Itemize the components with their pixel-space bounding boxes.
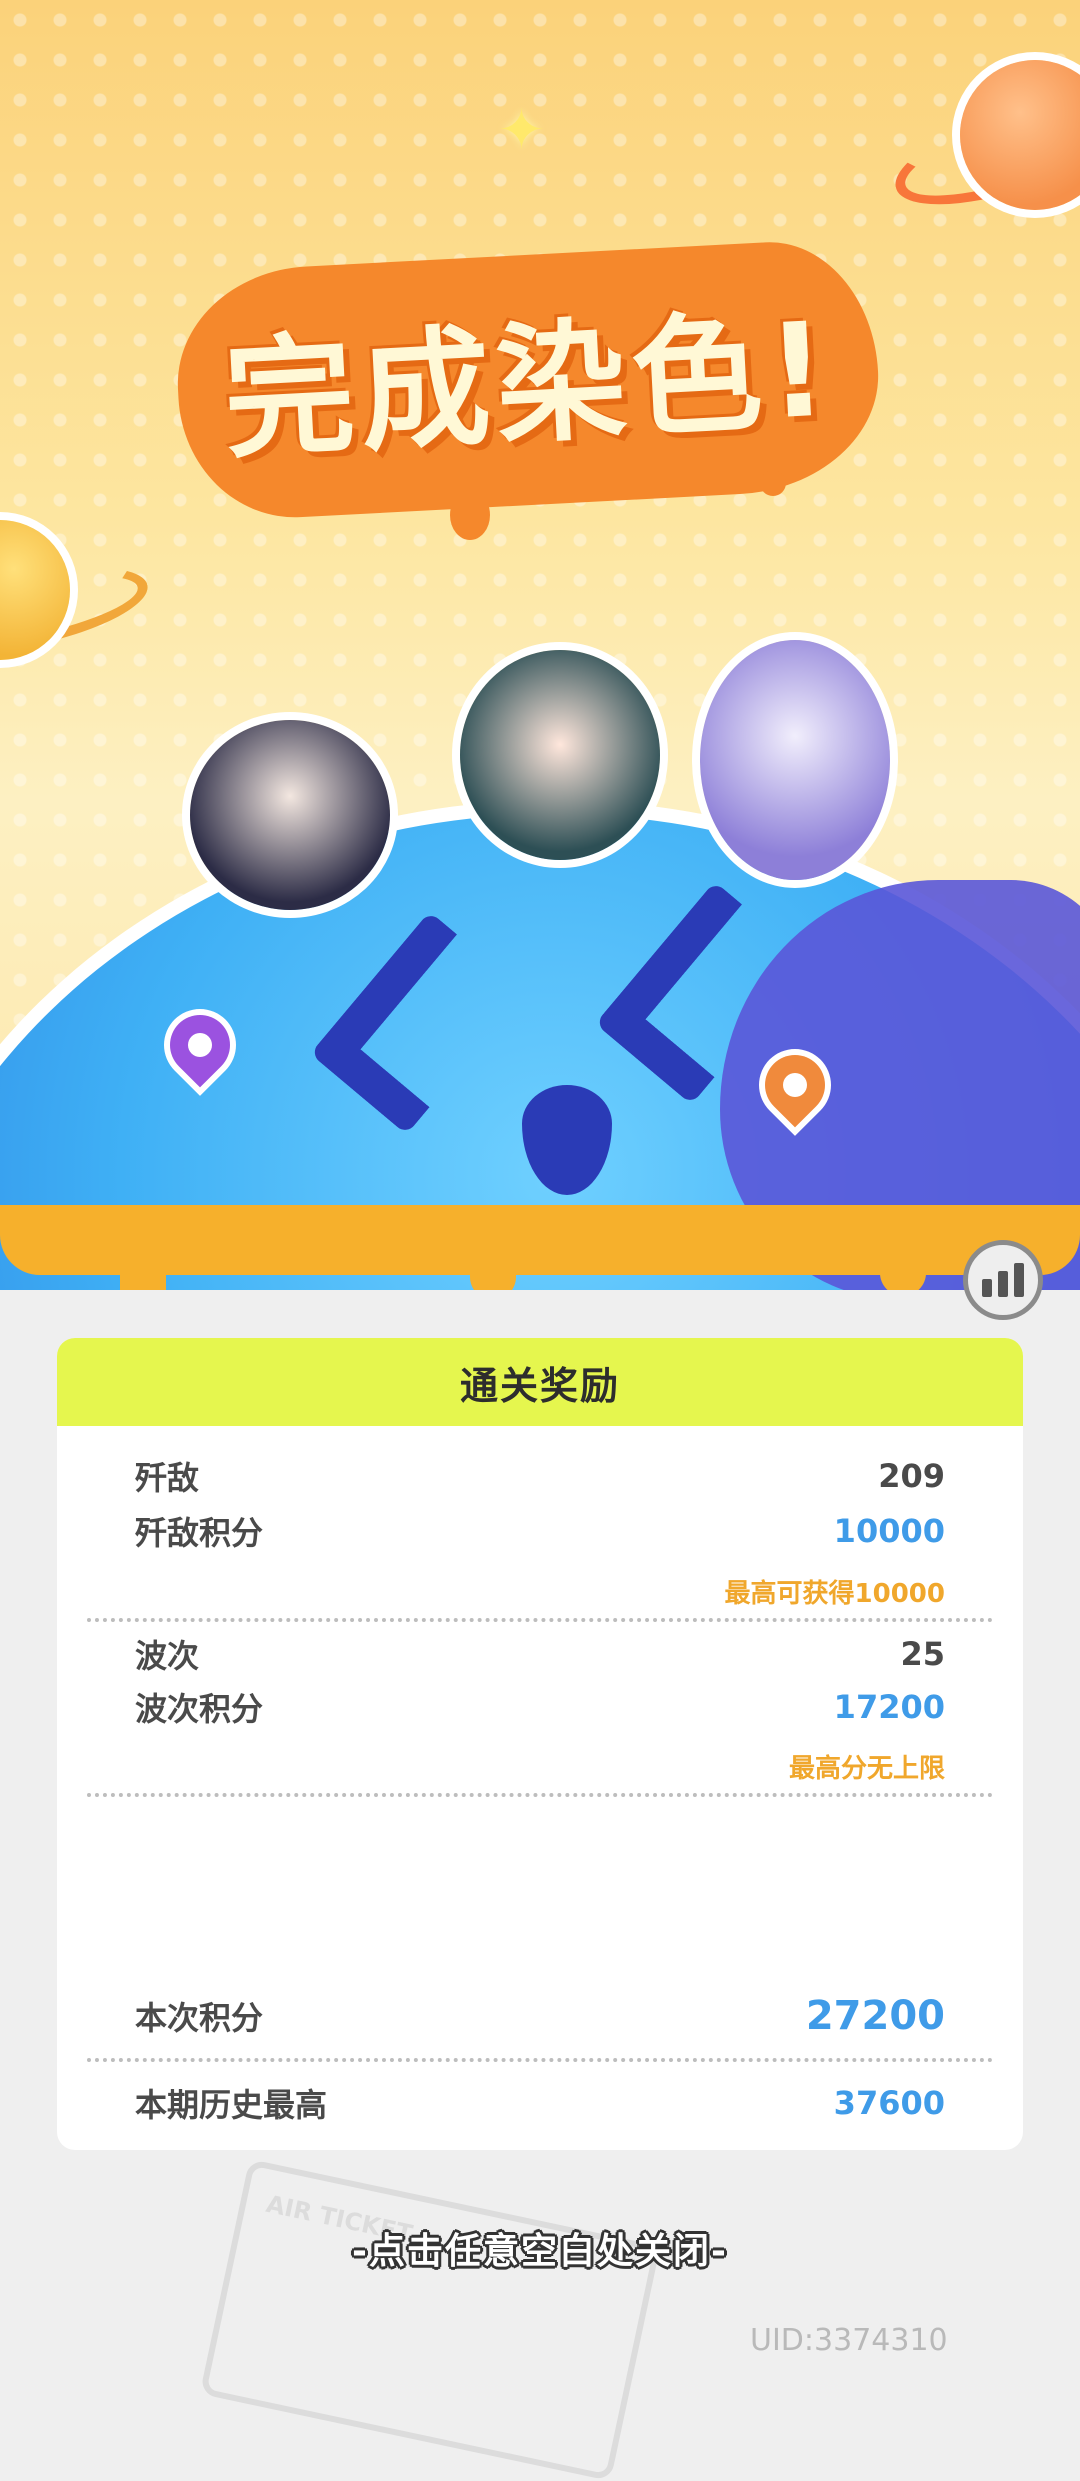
enemy-score-value: 10000 [833,1512,945,1550]
close-hint[interactable]: -点击任意空白处关闭- [0,2222,1080,2274]
best-score-value: 37600 [833,2084,945,2122]
waves-label: 波次 [135,1637,200,1675]
planet-decoration [0,520,70,660]
sparkle-icon: ✦ [498,98,545,163]
total-score-row: 本次积分 27200 [135,1993,945,2039]
wave-score-note: 最高分无上限 [788,1754,945,1784]
paint-drip [120,1240,166,1290]
completion-title: 完成染色! [220,293,837,477]
character-avatar [190,720,390,910]
total-score-label: 本次积分 [135,1999,264,2037]
bar-chart-icon [979,1263,1027,1297]
reward-card: 通关奖励 歼敌 209 歼敌积分 10000 最高可获得10000 波次 25 … [57,1338,1023,2150]
enemies-label: 歼敌 [135,1459,200,1497]
divider [87,2058,993,2062]
waves-value: 25 [900,1635,945,1673]
air-ticket-decoration: AIR TICKET [199,2158,661,2481]
stats-button[interactable] [963,1240,1043,1320]
enemies-row: 歼敌 209 [135,1453,945,1499]
enemy-score-note: 最高可获得10000 [724,1579,945,1609]
character-avatar [700,640,890,880]
enemy-score-label: 歼敌积分 [135,1514,264,1552]
best-score-label: 本期历史最高 [135,2086,328,2124]
wave-score-row: 波次积分 17200 [135,1684,945,1730]
wave-score-value: 17200 [833,1688,945,1726]
waves-row: 波次 25 [135,1631,945,1677]
splat-drop [450,490,490,540]
user-id: UID:3374310 [750,2323,948,2358]
paint-drip [470,1240,516,1290]
best-score-row: 本期历史最高 37600 [135,2080,945,2126]
divider [87,1793,993,1797]
enemies-value: 209 [878,1457,945,1495]
divider [87,1618,993,1622]
total-score-value: 27200 [805,1993,945,2039]
wave-score-label: 波次积分 [135,1690,264,1728]
character-avatar [460,650,660,860]
reward-card-title: 通关奖励 [57,1338,1023,1426]
hero-banner: ✦ 完成染色! [0,0,1080,1290]
paint-drip [880,1240,926,1290]
enemy-score-row: 歼敌积分 10000 [135,1508,945,1554]
splat-drop [760,470,786,496]
